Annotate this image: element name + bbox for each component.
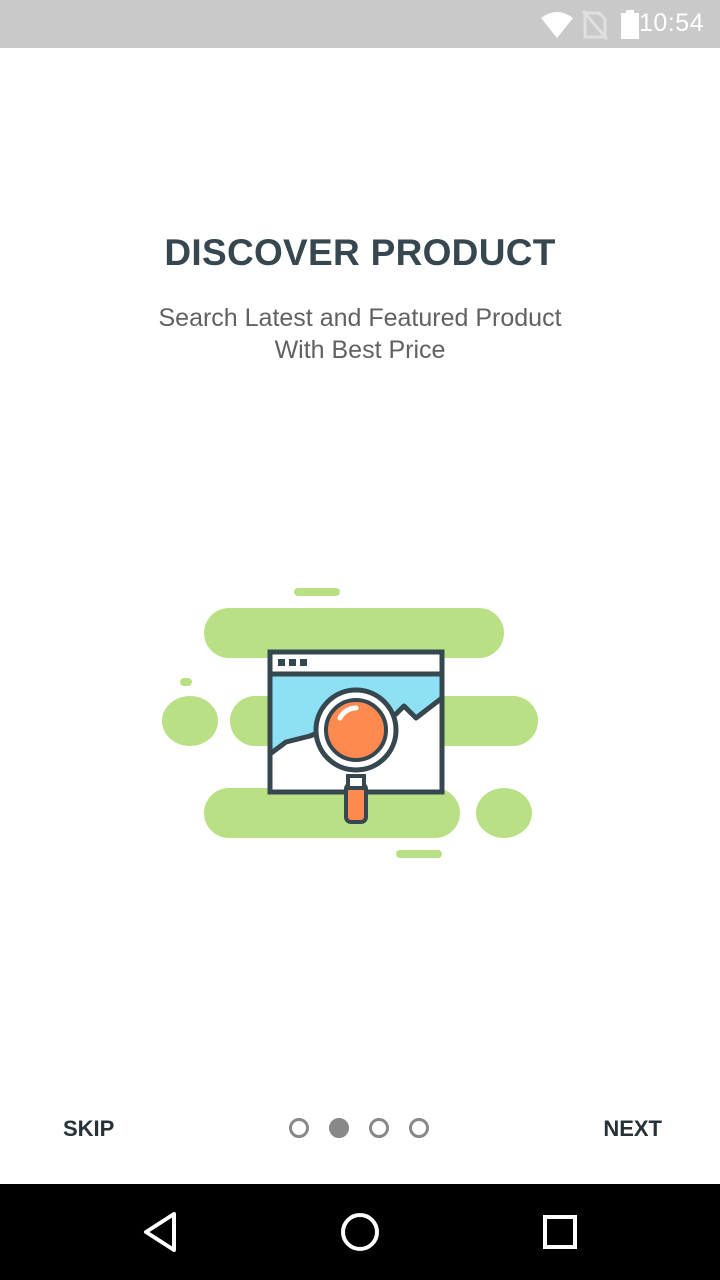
- pager-bar: SKIP NEXT: [0, 1080, 720, 1184]
- home-icon[interactable]: [336, 1208, 384, 1256]
- next-button[interactable]: NEXT: [603, 1116, 662, 1142]
- navigation-bar: [0, 1184, 720, 1280]
- status-bar: 10:54: [0, 0, 720, 48]
- page-dot-active[interactable]: [329, 1118, 349, 1138]
- battery-icon: [621, 10, 639, 39]
- page-dot[interactable]: [409, 1118, 429, 1138]
- page-subtitle: Search Latest and Featured Product With …: [80, 302, 640, 366]
- recents-icon[interactable]: [536, 1208, 584, 1256]
- page-dot[interactable]: [289, 1118, 309, 1138]
- status-time: 10:54: [638, 9, 704, 37]
- browser-search-illustration: [162, 588, 538, 858]
- skip-button[interactable]: SKIP: [63, 1116, 114, 1142]
- subtitle-line-2: With Best Price: [274, 336, 446, 364]
- back-icon[interactable]: [136, 1208, 184, 1256]
- no-sim-icon: [582, 10, 608, 40]
- page-title: DISCOVER PRODUCT: [164, 232, 556, 273]
- subtitle-line-1: Search Latest and Featured Product: [158, 304, 562, 332]
- page-dot[interactable]: [369, 1118, 389, 1138]
- wifi-icon: [541, 12, 573, 38]
